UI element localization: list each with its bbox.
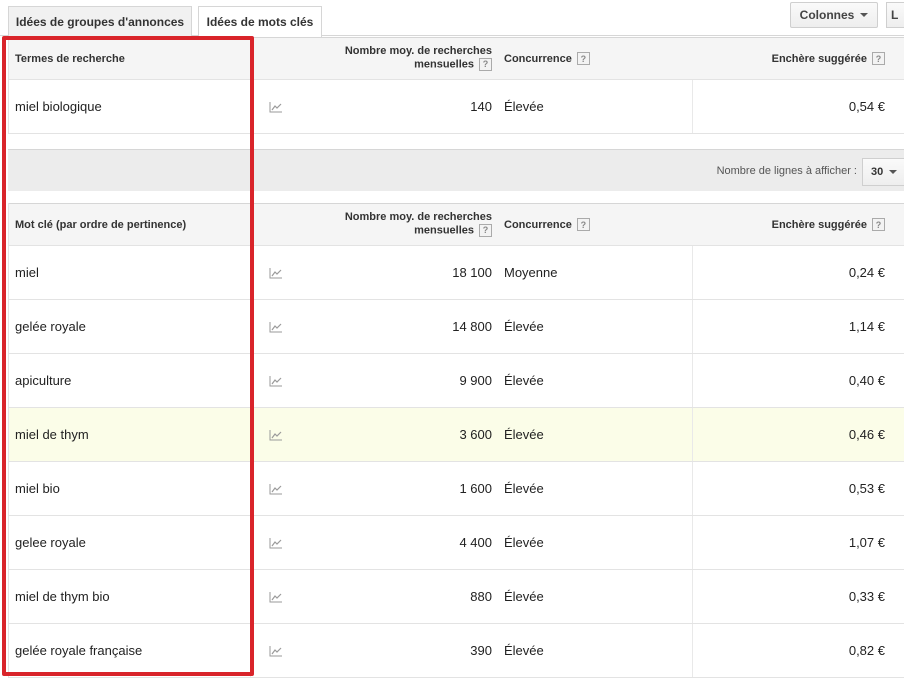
col-header-volume-line2: mensuelles: [414, 224, 474, 237]
keyword-cell[interactable]: miel biologique: [9, 80, 251, 133]
bid-cell: 0,53 €: [692, 462, 893, 515]
bid-cell: 0,33 €: [692, 570, 893, 623]
columns-button-label: Colonnes: [799, 8, 855, 22]
volume-cell: 3 600: [459, 427, 492, 442]
search-terms-table: Termes de recherche Nombre moy. de reche…: [8, 37, 904, 134]
bid-cell: 0,46 €: [692, 408, 893, 461]
volume-cell: 14 800: [452, 319, 492, 334]
chevron-down-icon: [889, 170, 898, 174]
keyword-cell[interactable]: gelee royale: [9, 516, 251, 569]
competition-cell: Élevée: [504, 319, 544, 334]
col-header-chart: [251, 38, 301, 79]
table-row[interactable]: miel de thym 3 600 Élevée 0,46 €: [9, 408, 904, 462]
col-header-volume[interactable]: Nombre moy. de recherches mensuelles?: [301, 38, 498, 79]
keyword-cell[interactable]: gelée royale française: [9, 624, 251, 677]
col-header-bid[interactable]: Enchère suggérée?: [692, 38, 893, 79]
col-header-bid[interactable]: Enchère suggérée?: [692, 204, 893, 245]
bid-cell: 0,82 €: [692, 624, 893, 677]
table-row[interactable]: miel de thym bio 880 Élevée 0,33 €: [9, 570, 904, 624]
trend-chart-icon[interactable]: [251, 354, 301, 407]
keyword-cell[interactable]: gelée royale: [9, 300, 251, 353]
competition-cell: Élevée: [504, 427, 544, 442]
help-icon[interactable]: ?: [872, 218, 885, 231]
col-header-competition-label: Concurrence: [504, 218, 572, 231]
help-icon[interactable]: ?: [479, 58, 492, 72]
trend-chart-icon[interactable]: [251, 246, 301, 299]
help-icon[interactable]: ?: [479, 224, 492, 238]
competition-cell: Élevée: [504, 643, 544, 658]
rows-per-page-label: Nombre de lignes à afficher :: [716, 165, 857, 177]
table-row[interactable]: gelée royale française 390 Élevée 0,82 €: [9, 624, 904, 678]
download-button[interactable]: L: [886, 2, 904, 28]
col-header-term[interactable]: Termes de recherche: [9, 38, 251, 79]
keyword-cell[interactable]: miel de thym: [9, 408, 251, 461]
keyword-cell[interactable]: apiculture: [9, 354, 251, 407]
volume-cell: 4 400: [459, 535, 492, 550]
bid-cell: 0,40 €: [692, 354, 893, 407]
col-header-bid-label: Enchère suggérée: [771, 52, 867, 65]
table-row[interactable]: miel 18 100 Moyenne 0,24 €: [9, 246, 904, 300]
volume-cell: 390: [470, 643, 492, 658]
columns-button[interactable]: Colonnes: [790, 2, 878, 28]
bid-cell: 1,14 €: [692, 300, 893, 353]
volume-cell: 140: [470, 99, 492, 114]
keywords-table: Mot clé (par ordre de pertinence) Nombre…: [8, 203, 904, 678]
col-header-bid-label: Enchère suggérée: [771, 218, 867, 231]
col-header-competition-label: Concurrence: [504, 52, 572, 65]
competition-cell: Élevée: [504, 99, 544, 114]
volume-cell: 1 600: [459, 481, 492, 496]
volume-cell: 9 900: [459, 373, 492, 388]
table-row[interactable]: miel bio 1 600 Élevée 0,53 €: [9, 462, 904, 516]
table-row[interactable]: gelee royale 4 400 Élevée 1,07 €: [9, 516, 904, 570]
col-header-volume[interactable]: Nombre moy. de recherches mensuelles?: [301, 204, 498, 245]
bid-cell: 0,54 €: [692, 80, 893, 133]
competition-cell: Élevée: [504, 481, 544, 496]
trend-chart-icon[interactable]: [251, 80, 301, 133]
col-header-keyword[interactable]: Mot clé (par ordre de pertinence): [9, 204, 251, 245]
col-header-volume-line1: Nombre moy. de recherches: [344, 211, 492, 224]
table-row[interactable]: gelée royale 14 800 Élevée 1,14 €: [9, 300, 904, 354]
col-header-competition[interactable]: Concurrence?: [498, 38, 692, 79]
table-row[interactable]: apiculture 9 900 Élevée 0,40 €: [9, 354, 904, 408]
col-header-volume-line1: Nombre moy. de recherches: [344, 45, 492, 58]
col-header-competition[interactable]: Concurrence?: [498, 204, 692, 245]
table-row[interactable]: miel biologique 140 Élevée 0,54 €: [9, 80, 904, 134]
help-icon[interactable]: ?: [576, 52, 590, 65]
competition-cell: Élevée: [504, 589, 544, 604]
help-icon[interactable]: ?: [576, 218, 590, 231]
trend-chart-icon[interactable]: [251, 516, 301, 569]
keyword-cell[interactable]: miel de thym bio: [9, 570, 251, 623]
rows-per-page-select[interactable]: 30: [862, 158, 904, 186]
keyword-cell[interactable]: miel: [9, 246, 251, 299]
competition-cell: Moyenne: [504, 265, 558, 280]
trend-chart-icon[interactable]: [251, 624, 301, 677]
tab-ad-group-ideas[interactable]: Idées de groupes d'annonces: [8, 6, 192, 36]
bid-cell: 1,07 €: [692, 516, 893, 569]
chevron-down-icon: [860, 13, 869, 17]
tab-keyword-ideas[interactable]: Idées de mots clés: [198, 6, 322, 37]
rows-per-page-value: 30: [871, 166, 884, 178]
competition-cell: Élevée: [504, 373, 544, 388]
col-header-volume-line2: mensuelles: [414, 58, 474, 71]
keywords-header: Mot clé (par ordre de pertinence) Nombre…: [9, 203, 904, 246]
col-header-chart: [251, 204, 301, 245]
trend-chart-icon[interactable]: [251, 408, 301, 461]
keyword-cell[interactable]: miel bio: [9, 462, 251, 515]
volume-cell: 880: [470, 589, 492, 604]
bid-cell: 0,24 €: [692, 246, 893, 299]
trend-chart-icon[interactable]: [251, 570, 301, 623]
trend-chart-icon[interactable]: [251, 462, 301, 515]
search-terms-header: Termes de recherche Nombre moy. de reche…: [9, 37, 904, 80]
volume-cell: 18 100: [452, 265, 492, 280]
tab-bar: Idées de groupes d'annonces Idées de mot…: [0, 0, 904, 37]
help-icon[interactable]: ?: [872, 52, 885, 65]
trend-chart-icon[interactable]: [251, 300, 301, 353]
competition-cell: Élevée: [504, 535, 544, 550]
